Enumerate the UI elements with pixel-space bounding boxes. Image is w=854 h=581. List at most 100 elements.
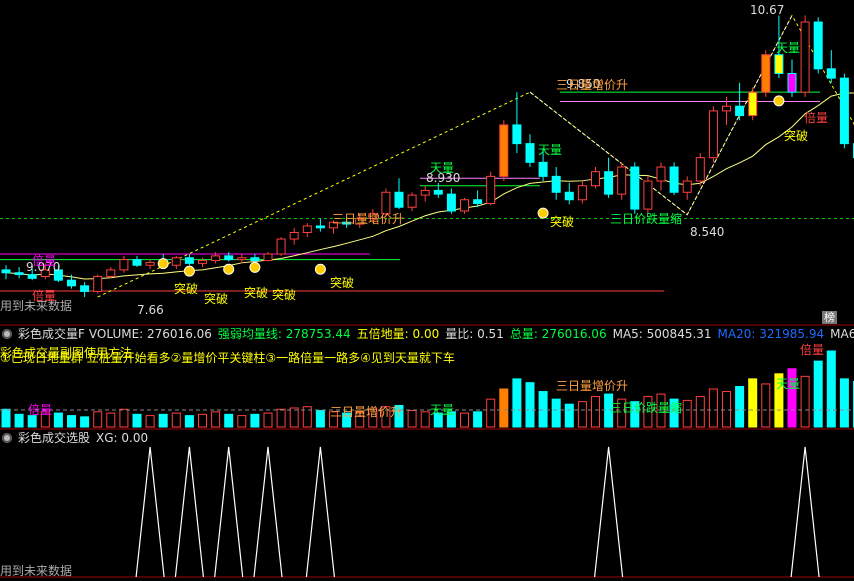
money-bag-icon	[158, 259, 168, 269]
tianliang-label: 天量	[538, 144, 562, 157]
volume-bar	[801, 376, 809, 427]
xg-signal-spike	[175, 447, 203, 577]
money-bag-icon	[315, 264, 325, 274]
xg-panel-header: 彩色成交选股 XG: 0.00	[0, 430, 154, 446]
volume-bar	[840, 379, 848, 427]
volume-bar	[251, 414, 259, 427]
rank-badge[interactable]: 榜	[822, 311, 837, 324]
volume-bar	[513, 379, 521, 427]
volume-bar	[565, 404, 573, 427]
ma60-value: MA60	[830, 327, 854, 341]
volume-bar	[199, 414, 207, 427]
candlestick	[618, 167, 626, 194]
sanri-label: 三日量增价升	[332, 213, 404, 226]
candlestick	[172, 258, 180, 265]
sanri-label: 三日量增价升	[556, 79, 628, 92]
candlestick	[578, 186, 586, 200]
candlestick	[474, 200, 482, 204]
volume-bar	[120, 409, 128, 427]
volume-bar	[474, 412, 482, 427]
tupo-label: 突破	[174, 283, 198, 296]
vol-tianliang-label: 天量	[430, 404, 454, 417]
zigzag-trend	[98, 15, 854, 297]
candlestick	[434, 190, 442, 194]
candlestick	[696, 158, 704, 181]
vol-sanri-label: 三日量增价升	[330, 406, 402, 419]
low-price-label: 7.66	[137, 304, 164, 317]
candlestick	[709, 111, 717, 158]
candlestick	[683, 181, 691, 192]
candlestick	[539, 162, 547, 176]
volume-bar	[81, 417, 89, 427]
candlestick	[94, 276, 102, 291]
xg-value: XG: 0.00	[96, 431, 148, 445]
tupo-label: 突破	[204, 293, 228, 306]
stock-chart-window: 彩色成交量FVOLUME: 276016.06强弱均量线: 278753.44五…	[0, 0, 854, 578]
candlestick	[290, 232, 298, 239]
candlestick	[644, 181, 652, 209]
candlestick	[421, 190, 429, 195]
vol-sanri-label: 三日量增价升	[556, 380, 628, 393]
volume-bar	[827, 351, 835, 427]
candlestick	[513, 125, 521, 144]
volume-bar	[696, 397, 704, 427]
volume-bar	[172, 413, 180, 427]
candlestick	[749, 92, 757, 115]
candlestick	[238, 258, 246, 260]
volume-bar	[749, 379, 757, 427]
tupo-label: 突破	[550, 216, 574, 229]
candlestick	[212, 256, 220, 261]
volume-bar	[28, 416, 36, 427]
candlestick	[185, 258, 193, 264]
candlestick	[15, 273, 23, 275]
money-bag-icon	[538, 208, 548, 218]
volume-bar	[552, 399, 560, 427]
xg-indicator-name[interactable]: 彩色成交选股	[18, 431, 90, 445]
beiliang-label: 倍量	[32, 290, 56, 303]
chart-canvas[interactable]	[0, 0, 854, 578]
candlestick	[303, 226, 311, 233]
indicator-name[interactable]: 彩色成交量F	[18, 327, 85, 341]
volume-bar	[290, 408, 298, 427]
candlestick	[225, 256, 233, 260]
candlestick	[487, 176, 495, 203]
volume-bar	[814, 361, 822, 427]
volume-bar	[15, 414, 23, 427]
xg-signal-spike	[136, 447, 164, 577]
candlestick	[670, 167, 678, 192]
candlestick	[801, 22, 809, 92]
volume-bar	[461, 413, 469, 427]
settings-gear-icon[interactable]	[2, 433, 12, 443]
money-bag-icon	[184, 266, 194, 276]
volume-bar	[277, 409, 285, 427]
candlestick	[2, 270, 10, 273]
money-bag-icon	[224, 264, 234, 274]
volume-bar	[762, 384, 770, 427]
volume-bar	[723, 392, 731, 427]
price-label-8540: 8.540	[690, 226, 724, 239]
settings-gear-icon[interactable]	[2, 329, 12, 339]
money-bag-icon	[774, 96, 784, 106]
candlestick	[251, 258, 259, 261]
candlestick	[762, 55, 770, 92]
ma20-value: MA20: 321985.94	[718, 327, 825, 341]
tupo-label: 突破	[784, 130, 808, 143]
volume-bar	[500, 389, 508, 427]
candlestick	[277, 239, 285, 254]
volume-bar	[2, 409, 10, 427]
volume-bar	[133, 414, 141, 427]
wbdl-value: 五倍地量: 0.00	[357, 327, 440, 341]
candlestick	[146, 262, 154, 265]
volume-bar	[185, 416, 193, 427]
candlestick	[526, 144, 534, 163]
candlestick	[565, 192, 573, 199]
candlestick	[736, 106, 744, 115]
tianliang-label: 天量	[776, 42, 800, 55]
volume-bar	[736, 386, 744, 427]
ma5-value: MA5: 500845.31	[613, 327, 712, 341]
xg-signal-spike	[254, 447, 282, 577]
volume-bar	[592, 397, 600, 427]
volume-bar	[68, 416, 76, 427]
tianliang-label: 天量	[430, 162, 454, 175]
volume-bar	[94, 412, 102, 427]
